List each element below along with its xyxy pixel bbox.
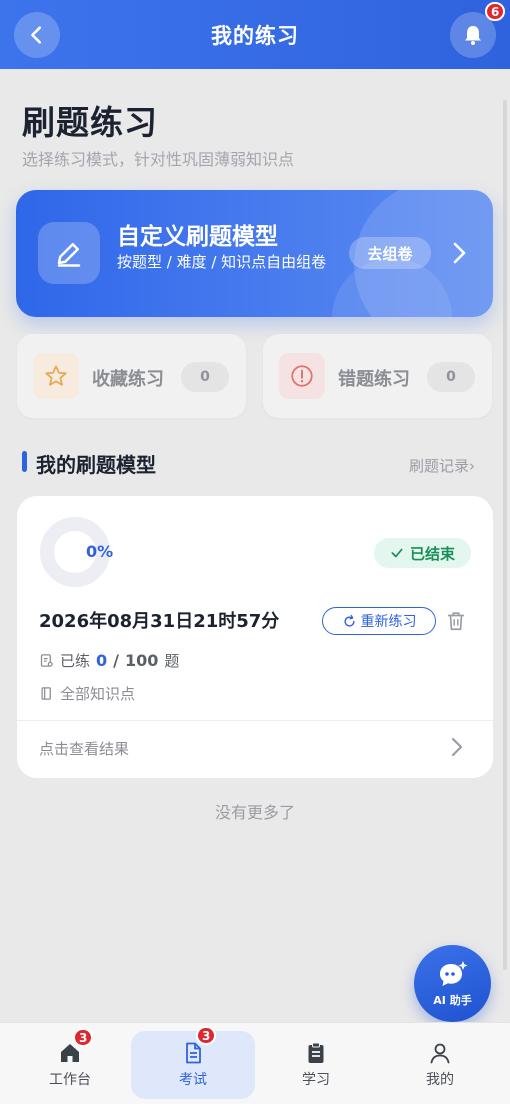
star-icon-wrap [33,353,79,399]
mistakes-practice-card[interactable]: 错题练习 0 [263,334,492,418]
alert-icon-wrap [279,353,325,399]
page-title: 刷题练习 [22,103,158,142]
scope-label: 全部知识点 [60,685,136,703]
redo-label: 重新练习 [360,614,417,630]
book-icon [41,687,51,700]
chevron-right-icon [453,242,466,264]
tab-workbench[interactable]: 工作台 [8,1031,132,1099]
check-icon [391,548,403,558]
pencil-icon [57,243,81,267]
star-icon [45,365,67,386]
card-divider [17,720,493,721]
tab-label: 我的 [426,1072,454,1088]
hero-description: 按题型 / 难度 / 知识点自由组卷 [117,253,327,271]
custom-model-card[interactable]: 自定义刷题模型 按题型 / 难度 / 知识点自由组卷 去组卷 [16,190,493,317]
section-accent-bar [22,451,27,472]
practiced-stat: 已练 0 / 100 题 [39,650,179,671]
mistakes-label: 错题练习 [338,369,410,390]
document-icon [186,1042,201,1064]
tab-mine[interactable]: 我的 [378,1031,502,1099]
mistakes-count: 0 [427,362,475,392]
practice-history-link[interactable]: 刷题记录› [409,455,475,476]
hero-title: 自定义刷题模型 [117,224,278,250]
view-result-link[interactable]: 点击查看结果 [39,738,129,759]
compose-paper-button[interactable]: 去组卷 [349,237,431,269]
header-title: 我的练习 [211,23,299,48]
header-bar: 我的练习 6 [0,0,510,69]
ai-chat-sparkle-icon [439,960,467,986]
chevron-left-icon [31,26,42,44]
ai-assistant-label: AI 助手 [433,993,472,1007]
status-badge: 已结束 [374,538,471,568]
progress-percent: 0% [86,542,114,561]
back-button[interactable] [14,12,60,58]
practiced-count: 0 [96,651,108,670]
favorites-practice-card[interactable]: 收藏练习 0 [17,334,246,418]
page-subtitle: 选择练习模式，针对性巩固薄弱知识点 [22,150,295,169]
favorites-count: 0 [181,362,229,392]
tab-label: 考试 [179,1072,207,1088]
tab-label: 工作台 [49,1072,91,1088]
practice-record-card[interactable]: 0% 已结束 2026年08月31日21时57分 重新练习 已练 0 / 100… [17,496,493,778]
section-title: 我的刷题模型 [36,453,156,477]
status-label: 已结束 [409,544,455,563]
scrollbar[interactable] [503,100,507,970]
tab-study[interactable]: 学习 [254,1031,378,1099]
knowledge-scope: 全部知识点 [39,683,135,704]
favorites-label: 收藏练习 [92,369,164,390]
user-icon [430,1043,450,1064]
bell-icon [465,26,481,45]
alert-circle-icon [291,365,313,387]
record-date: 2026年08月31日21时57分 [39,611,280,632]
bottom-tab-bar: 工作台 3 考试 3 学习 我的 [0,1022,510,1104]
document-stat-icon [40,654,53,667]
no-more-text: 没有更多了 [214,803,295,822]
redo-practice-button[interactable]: 重新练习 [322,607,436,635]
tab-label: 学习 [302,1072,330,1088]
notification-badge: 6 [485,2,506,21]
question-unit: 题 [164,652,180,670]
ai-assistant-button[interactable]: AI 助手 [414,945,491,1022]
total-count: 100 [125,651,159,670]
refresh-icon [343,614,355,627]
practiced-label: 已练 [60,652,91,670]
trash-icon[interactable] [445,610,467,632]
chevron-right-icon[interactable] [449,736,465,758]
clipboard-icon [308,1042,324,1063]
stat-separator: / [113,651,119,670]
tab-exam[interactable]: 考试 [131,1031,255,1099]
pencil-icon-wrap [38,222,100,284]
